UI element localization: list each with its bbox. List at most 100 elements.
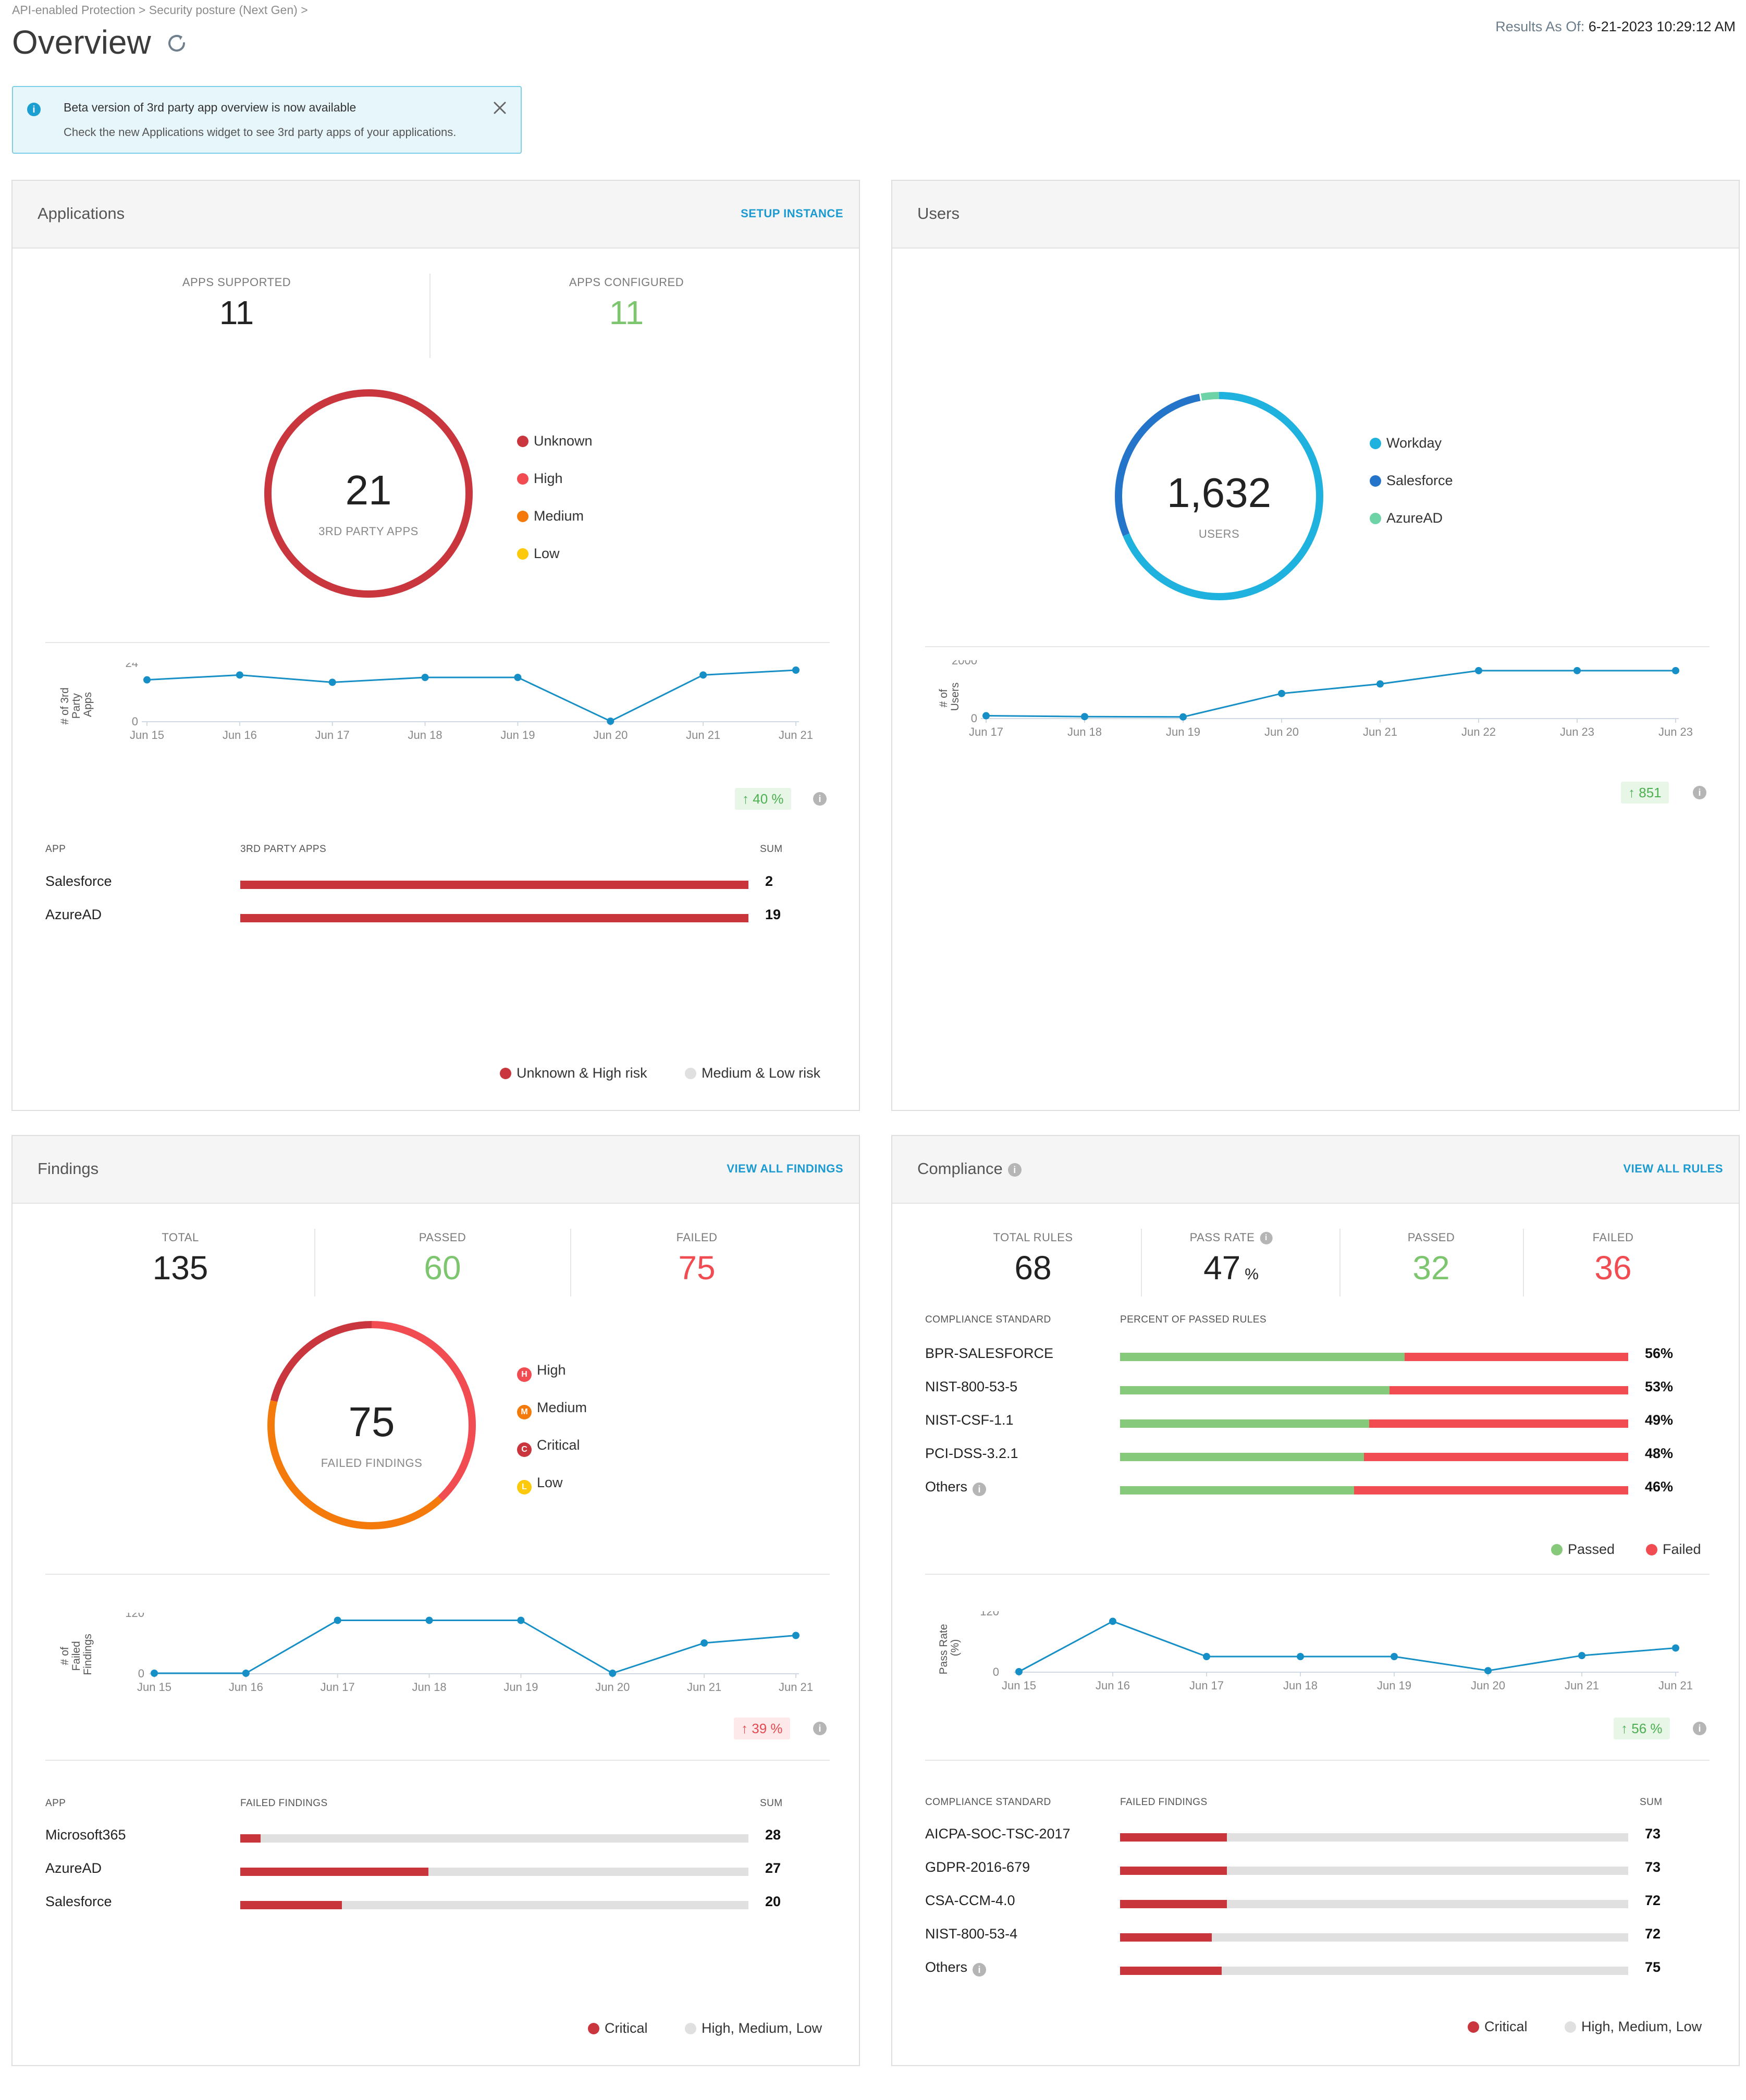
info-icon[interactable]: i [1693,1722,1706,1735]
standard-pass-fill [1120,1453,1364,1461]
chart-point[interactable] [607,718,614,725]
table-head-bar: FAILED FINDINGS [240,1798,328,1809]
chart-point[interactable] [1015,1668,1023,1675]
chart-point[interactable] [151,1670,158,1677]
chart-x-tick-label: Jun 21 [1363,725,1397,738]
chart-point[interactable] [1297,1653,1304,1660]
chart-point[interactable] [699,671,707,679]
info-icon[interactable]: i [1007,1163,1022,1177]
chart-point[interactable] [792,666,800,674]
table-row-bar [1120,1833,1628,1842]
chart-point[interactable] [1578,1652,1585,1660]
chart-point[interactable] [425,1616,433,1624]
chart-point[interactable] [982,712,990,720]
chart-x-tick-label: Jun 17 [1189,1679,1224,1692]
chart-point[interactable] [1109,1617,1116,1625]
info-icon: i [27,103,41,116]
chart-x-tick-label: Jun 16 [223,728,257,742]
chart-point[interactable] [1475,666,1482,674]
chart-point[interactable] [609,1670,617,1677]
beta-banner: i Beta version of 3rd party app overview… [12,86,522,154]
info-icon[interactable]: i [1260,1232,1273,1244]
stat-divider [314,1229,315,1296]
legend-label: High, Medium, Low [1581,2019,1702,2034]
standard-pct: 46% [1645,1479,1674,1494]
table-row-standard: Others i [925,1959,987,1977]
critical-severity-icon: C [517,1442,532,1457]
chart-point[interactable] [1573,666,1581,674]
legend-label-workday: Workday [1386,435,1442,451]
chart-point[interactable] [1081,713,1088,721]
breadcrumb[interactable]: API-enabled Protection > Security postur… [12,3,308,17]
chart-point[interactable] [334,1616,341,1624]
setup-instance-link[interactable]: SETUP INSTANCE [741,207,843,220]
legend-label: Failed [1663,1541,1701,1557]
chart-point[interactable] [792,1632,800,1639]
info-icon[interactable]: i [973,1483,987,1496]
legend-dot [1551,1544,1563,1555]
pass-rate-label-text: PASS RATE [1189,1231,1255,1244]
table-row-bar-fill [240,1901,342,1909]
chart-point[interactable] [242,1670,250,1677]
view-all-rules-link[interactable]: VIEW ALL RULES [1623,1162,1723,1176]
chart-point[interactable] [236,671,243,679]
results-label: Results As Of: [1495,19,1585,34]
page-title: Overview [12,23,151,61]
chart-x-tick-label: Jun 18 [412,1681,447,1694]
legend-label-azuread: AzureAD [1386,510,1443,526]
info-icon[interactable]: i [973,1963,987,1977]
legend-high-medium-low: High, Medium, Low [685,2020,822,2036]
legend-label-low: Low [537,1475,563,1490]
table-row-bar-fill [240,914,748,922]
standard-pct: 53% [1645,1379,1674,1394]
chart-point[interactable] [700,1639,708,1647]
view-all-findings-link[interactable]: VIEW ALL FINDINGS [727,1162,843,1176]
info-icon[interactable]: i [813,792,827,806]
info-icon[interactable]: i [1693,786,1706,799]
users-card-header: Users [892,181,1739,249]
table-head-bar: 3RD PARTY APPS [240,844,327,855]
standard-pass-fill [1120,1386,1390,1394]
chart-point[interactable] [328,678,336,686]
chart-point[interactable] [1672,1644,1679,1652]
chart-x-tick-label: Jun 19 [500,728,535,742]
chart-point[interactable] [1278,689,1285,697]
close-icon[interactable] [491,100,508,116]
failed-findings-trend-chart: # of Failed Findings 120 0 Jun 15 Jun 16 J… [59,1613,813,1694]
chart-point[interactable] [1376,680,1384,688]
legend-azuread: AzureAD [1370,510,1443,526]
chart-ytick-max: 120 [125,1613,144,1620]
table-row-sum: 20 [765,1894,781,1909]
high-severity-icon: H [517,1367,532,1382]
chart-point[interactable] [517,1616,525,1624]
chart-point[interactable] [1203,1653,1210,1660]
standards-head-std: COMPLIANCE STANDARD [925,1314,1051,1325]
chart-point[interactable] [1484,1667,1492,1675]
chart-x-tick-label: Jun 15 [137,1681,171,1694]
info-icon[interactable]: i [813,1722,827,1735]
chart-point[interactable] [514,674,522,681]
applications-title: Applications [38,204,125,223]
legend-label-salesforce: Salesforce [1386,473,1453,488]
chart-point[interactable] [421,674,429,681]
chart-ylabel: Pass Rate (%) [938,1621,961,1675]
legend-high: High [517,471,563,487]
chart-point[interactable] [1179,713,1187,721]
chart-x-tick-label: Jun 20 [1471,1679,1505,1692]
chart-ylabel-line: Failed [70,1641,82,1671]
table-row-standard: GDPR-2016-679 [925,1859,1030,1875]
standard-pct: 49% [1645,1412,1674,1428]
standard-name: PCI-DSS-3.2.1 [925,1446,1018,1461]
table-row-standard-text: Others [925,1959,968,1975]
pass-rate-trend-chart: Pass Rate (%) 120 0 Jun 15 Jun 16 Jun 17 Ju… [938,1611,1693,1692]
chart-point[interactable] [1672,666,1679,674]
refresh-icon[interactable] [165,31,189,55]
legend-critical: Critical [1468,2019,1528,2035]
chart-point[interactable] [1391,1653,1398,1660]
legend-low: L Low [517,1475,563,1494]
chart-x-tick-label: Jun 20 [1264,725,1299,738]
chart-x-tick-label: Jun 19 [503,1681,538,1694]
chart-x-tick-label: Jun 20 [593,728,628,742]
chart-point[interactable] [143,676,151,684]
delta-value: 39 % [752,1721,783,1736]
